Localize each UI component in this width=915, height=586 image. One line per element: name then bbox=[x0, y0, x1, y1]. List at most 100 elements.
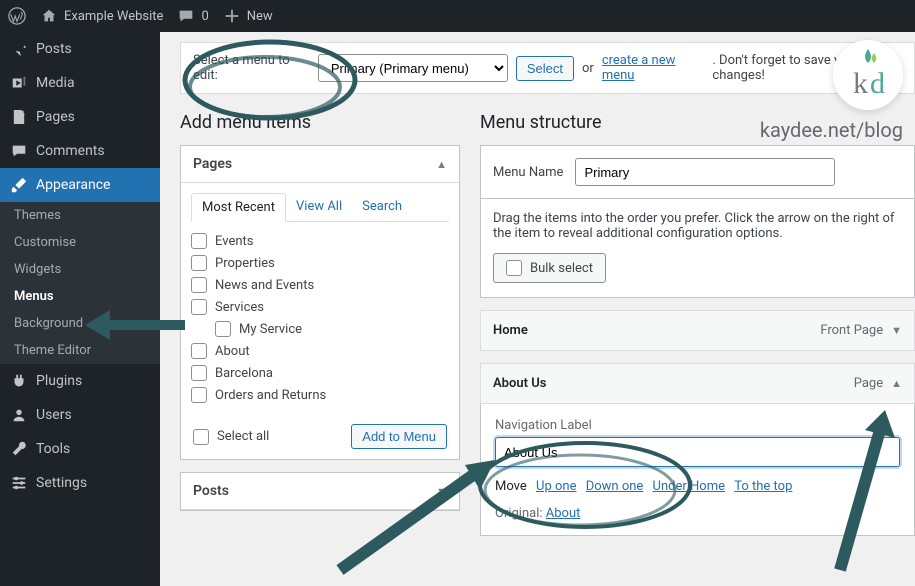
select-label: Select a menu to edit: bbox=[193, 53, 310, 83]
pages-footer: Select all Add to Menu bbox=[181, 414, 459, 459]
page-checkbox-item[interactable]: Barcelona bbox=[191, 362, 449, 384]
pages-tabs: Most Recent View All Search bbox=[191, 193, 449, 222]
plus-icon bbox=[223, 7, 241, 25]
submenu-background[interactable]: Background bbox=[0, 310, 160, 337]
sidebar-label: Appearance bbox=[36, 177, 110, 193]
submenu-theme-editor[interactable]: Theme Editor bbox=[0, 337, 160, 364]
main-content: Select a menu to edit: Primary (Primary … bbox=[160, 32, 915, 586]
move-label: Move bbox=[495, 479, 527, 494]
sidebar-label: Tools bbox=[36, 441, 70, 457]
bulk-row: Bulk select bbox=[480, 253, 915, 298]
posts-box: Posts ▼ bbox=[180, 472, 460, 511]
checkbox[interactable] bbox=[191, 299, 207, 315]
pages-checklist[interactable]: Events Properties News and Events Servic… bbox=[191, 230, 449, 406]
bulk-select-button[interactable]: Bulk select bbox=[493, 253, 606, 283]
site-link[interactable]: Example Website bbox=[40, 7, 163, 25]
sidebar-item-pages[interactable]: Pages bbox=[0, 100, 160, 134]
sidebar-item-plugins[interactable]: Plugins bbox=[0, 364, 160, 398]
page-checkbox-item[interactable]: News and Events bbox=[191, 274, 449, 296]
menu-item-title: About Us bbox=[493, 376, 546, 391]
sidebar-item-settings[interactable]: Settings bbox=[0, 466, 160, 500]
posts-box-header[interactable]: Posts ▼ bbox=[181, 473, 459, 510]
page-checkbox-item[interactable]: Events bbox=[191, 230, 449, 252]
site-name: Example Website bbox=[64, 9, 163, 24]
menu-item-settings: Navigation Label Move Up one Down one Un… bbox=[480, 404, 915, 536]
pin-icon bbox=[10, 40, 28, 58]
menu-name-input[interactable] bbox=[575, 158, 835, 186]
page-checkbox-item[interactable]: My Service bbox=[191, 318, 449, 340]
page-checkbox-item[interactable]: Services bbox=[191, 296, 449, 318]
sidebar-label: Settings bbox=[36, 475, 87, 491]
original-link[interactable]: About bbox=[546, 506, 581, 521]
sidebar-item-appearance[interactable]: Appearance bbox=[0, 168, 160, 202]
checkbox[interactable] bbox=[215, 321, 231, 337]
select-all[interactable]: Select all bbox=[193, 429, 269, 445]
drag-hint: Drag the items into the order you prefer… bbox=[480, 199, 915, 253]
checkbox[interactable] bbox=[193, 429, 209, 445]
page-checkbox-item[interactable]: About bbox=[191, 340, 449, 362]
checkbox[interactable] bbox=[191, 277, 207, 293]
page-checkbox-item[interactable]: Orders and Returns bbox=[191, 384, 449, 406]
original-label: Original: bbox=[495, 506, 543, 521]
select-tail: . Don't forget to save your changes! bbox=[712, 53, 902, 83]
media-icon bbox=[10, 74, 28, 92]
menu-structure-column: Menu structure Menu Name Drag the items … bbox=[480, 112, 915, 536]
plug-icon bbox=[10, 372, 28, 390]
posts-title: Posts bbox=[193, 483, 229, 499]
sidebar-label: Posts bbox=[36, 41, 72, 57]
original-row: Original: About bbox=[495, 506, 900, 521]
wrench-icon bbox=[10, 440, 28, 458]
add-items-column: Add menu items Pages ▲ Most Recent View … bbox=[180, 112, 460, 536]
new-content-link[interactable]: New bbox=[223, 7, 273, 25]
page-checkbox-item[interactable]: Properties bbox=[191, 252, 449, 274]
sidebar-item-posts[interactable]: Posts bbox=[0, 32, 160, 66]
checkbox[interactable] bbox=[191, 365, 207, 381]
move-top-link[interactable]: To the top bbox=[734, 479, 792, 494]
sidebar-item-tools[interactable]: Tools bbox=[0, 432, 160, 466]
submenu-menus[interactable]: Menus bbox=[0, 283, 160, 310]
submenu-widgets[interactable]: Widgets bbox=[0, 256, 160, 283]
create-menu-link[interactable]: create a new menu bbox=[602, 53, 705, 83]
menu-item-about[interactable]: About Us Page ▲ bbox=[480, 363, 915, 404]
menu-item-type: Front Page ▼ bbox=[820, 323, 902, 338]
move-down-link[interactable]: Down one bbox=[586, 479, 644, 494]
admin-bar: Example Website 0 New bbox=[0, 0, 915, 32]
comments-count: 0 bbox=[201, 9, 208, 24]
sidebar-item-users[interactable]: Users bbox=[0, 398, 160, 432]
checkbox[interactable] bbox=[191, 233, 207, 249]
sidebar-item-media[interactable]: Media bbox=[0, 66, 160, 100]
pages-icon bbox=[10, 108, 28, 126]
structure-heading: Menu structure bbox=[480, 112, 915, 133]
checkbox[interactable] bbox=[191, 255, 207, 271]
sliders-icon bbox=[10, 474, 28, 492]
submenu-themes[interactable]: Themes bbox=[0, 202, 160, 229]
tab-search[interactable]: Search bbox=[352, 193, 412, 221]
submenu-customise[interactable]: Customise bbox=[0, 229, 160, 256]
move-under-link[interactable]: Under Home bbox=[653, 479, 725, 494]
pages-box-header[interactable]: Pages ▲ bbox=[181, 146, 459, 183]
nav-label-input[interactable] bbox=[495, 437, 900, 467]
pages-box: Pages ▲ Most Recent View All Search Even… bbox=[180, 145, 460, 460]
menu-item-home[interactable]: Home Front Page ▼ bbox=[480, 310, 915, 351]
menu-select[interactable]: Primary (Primary menu) bbox=[318, 54, 508, 82]
move-row: Move Up one Down one Under Home To the t… bbox=[495, 479, 900, 494]
chevron-up-icon: ▲ bbox=[436, 158, 447, 171]
select-button[interactable]: Select bbox=[516, 56, 574, 81]
add-to-menu-button[interactable]: Add to Menu bbox=[351, 424, 447, 449]
chevron-down-icon: ▼ bbox=[436, 485, 447, 498]
checkbox[interactable] bbox=[191, 387, 207, 403]
menu-item-title: Home bbox=[493, 323, 528, 338]
tab-view-all[interactable]: View All bbox=[286, 193, 352, 221]
sidebar-item-comments[interactable]: Comments bbox=[0, 134, 160, 168]
tab-most-recent[interactable]: Most Recent bbox=[191, 193, 286, 222]
move-up-link[interactable]: Up one bbox=[536, 479, 576, 494]
add-items-heading: Add menu items bbox=[180, 112, 460, 133]
chevron-down-icon[interactable]: ▼ bbox=[891, 324, 902, 337]
checkbox[interactable] bbox=[191, 343, 207, 359]
wordpress-icon bbox=[8, 7, 26, 25]
comment-icon bbox=[10, 142, 28, 160]
checkbox[interactable] bbox=[506, 260, 522, 276]
wp-logo[interactable] bbox=[8, 7, 26, 25]
chevron-up-icon[interactable]: ▲ bbox=[891, 377, 902, 390]
comments-link[interactable]: 0 bbox=[177, 7, 208, 25]
